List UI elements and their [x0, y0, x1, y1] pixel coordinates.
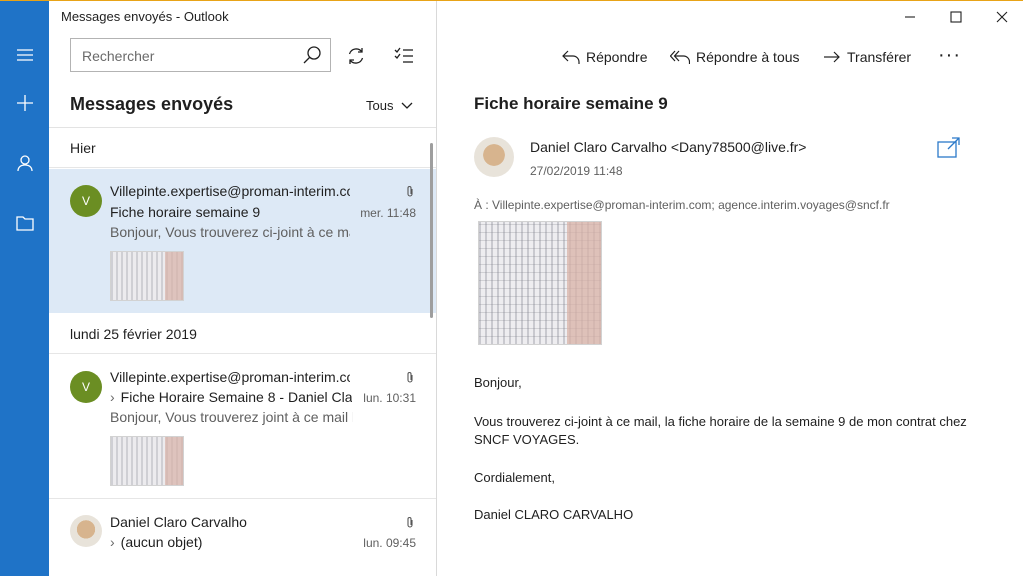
- search-icon[interactable]: [302, 45, 322, 65]
- open-in-new-window-icon[interactable]: [937, 137, 961, 159]
- message-time: lun. 09:45: [363, 536, 416, 550]
- checklist-icon: [394, 47, 413, 63]
- reply-all-label: Répondre à tous: [696, 49, 800, 65]
- group-header-date: lundi 25 février 2019: [49, 314, 436, 354]
- mail-subject: Fiche horaire semaine 9: [474, 94, 668, 113]
- reply-button[interactable]: Répondre: [562, 46, 648, 68]
- reply-all-icon: [670, 50, 690, 64]
- message-item[interactable]: V Villepinte.expertise@proman-interim.co…: [49, 355, 436, 499]
- body-greeting: Bonjour,: [474, 375, 522, 390]
- paperclip-icon: [407, 372, 413, 383]
- sync-button[interactable]: [344, 44, 368, 68]
- message-preview: Bonjour, Vous trouverez ci-joint à ce ma…: [110, 224, 350, 240]
- list-scrollbar[interactable]: [430, 143, 433, 318]
- maximize-button[interactable]: [933, 6, 979, 28]
- mail-date: 27/02/2019 11:48: [530, 164, 623, 178]
- avatar: [70, 515, 102, 547]
- window-title: Messages envoyés - Outlook: [61, 9, 229, 24]
- message-time: lun. 10:31: [363, 391, 416, 405]
- filter-dropdown[interactable]: Tous: [366, 98, 413, 113]
- close-button[interactable]: [979, 6, 1023, 28]
- message-subject: Fiche Horaire Semaine 8 - Daniel Claro C…: [120, 389, 352, 405]
- message-list-pane: Messages envoyés - Outlook Rechercher Me…: [49, 0, 437, 576]
- sender-avatar: [474, 137, 514, 177]
- message-sender: Daniel Claro Carvalho: [110, 514, 247, 530]
- nav-rail: [0, 0, 49, 576]
- forward-arrow-icon: [824, 51, 840, 63]
- message-preview: Bonjour, Vous trouverez joint à ce mail …: [110, 409, 353, 425]
- search-input[interactable]: Rechercher: [70, 38, 331, 72]
- reply-label: Répondre: [586, 49, 648, 65]
- mail-to-line: À : Villepinte.expertise@proman-interim.…: [474, 198, 890, 212]
- more-actions-button[interactable]: ···: [938, 44, 961, 67]
- sync-icon: [348, 48, 364, 64]
- minimize-icon: [905, 16, 915, 18]
- paperclip-icon: [407, 186, 413, 197]
- chevron-right-icon: ›: [110, 389, 115, 405]
- mail-from[interactable]: Daniel Claro Carvalho <Dany78500@live.fr…: [530, 139, 806, 155]
- group-header-yesterday: Hier: [49, 128, 436, 168]
- body-closing: Cordialement,: [474, 470, 555, 485]
- person-icon: [16, 155, 33, 172]
- message-sender: Villepinte.expertise@proman-interim.com: [110, 183, 350, 199]
- chevron-down-icon: [402, 102, 413, 109]
- mail-recipients[interactable]: Villepinte.expertise@proman-interim.com;…: [492, 198, 890, 212]
- search-placeholder: Rechercher: [82, 48, 155, 64]
- forward-label: Transférer: [847, 49, 912, 65]
- forward-button[interactable]: Transférer: [823, 46, 911, 68]
- attachment-thumbnail[interactable]: [110, 436, 184, 486]
- message-subject-line: › Fiche Horaire Semaine 8 - Daniel Claro …: [110, 389, 352, 405]
- message-item[interactable]: V Villepinte.expertise@proman-interim.co…: [49, 169, 436, 313]
- folder-title: Messages envoyés: [70, 94, 234, 114]
- reply-icon: [562, 50, 580, 64]
- attachment-thumbnail[interactable]: [110, 251, 184, 301]
- inline-image-attachment[interactable]: [478, 221, 602, 345]
- message-subject: Fiche horaire semaine 9: [110, 204, 261, 220]
- reply-all-button[interactable]: Répondre à tous: [670, 46, 800, 68]
- chevron-right-icon: ›: [110, 534, 115, 550]
- plus-icon: [16, 95, 33, 111]
- maximize-icon: [950, 11, 962, 23]
- body-line: SNCF VOYAGES.: [474, 432, 580, 447]
- body-signature: Daniel CLARO CARVALHO: [474, 507, 634, 522]
- paperclip-icon: [407, 517, 413, 528]
- filter-label: Tous: [366, 98, 394, 113]
- folders-button[interactable]: [0, 201, 49, 245]
- close-icon: [996, 11, 1008, 23]
- message-item[interactable]: Daniel Claro Carvalho › (aucun objet) lun…: [49, 500, 436, 576]
- avatar: V: [70, 185, 102, 217]
- to-label: À :: [474, 198, 489, 212]
- menu-button[interactable]: [0, 33, 49, 77]
- selection-mode-button[interactable]: [392, 44, 416, 68]
- message-time: mer. 11:48: [360, 206, 416, 220]
- avatar: V: [70, 371, 102, 403]
- minimize-button[interactable]: [887, 6, 933, 28]
- hamburger-menu-icon: [16, 49, 33, 61]
- body-line: Vous trouverez ci-joint à ce mail, la fi…: [474, 414, 967, 429]
- people-button[interactable]: [0, 141, 49, 185]
- message-subject: (aucun objet): [120, 534, 203, 550]
- folder-icon: [15, 216, 34, 231]
- reading-pane: Répondre Répondre à tous Transférer ··· …: [437, 0, 1023, 576]
- new-mail-button[interactable]: [0, 81, 49, 125]
- message-sender: Villepinte.expertise@proman-interim.com: [110, 369, 350, 385]
- message-subject-line: › (aucun objet): [110, 534, 340, 550]
